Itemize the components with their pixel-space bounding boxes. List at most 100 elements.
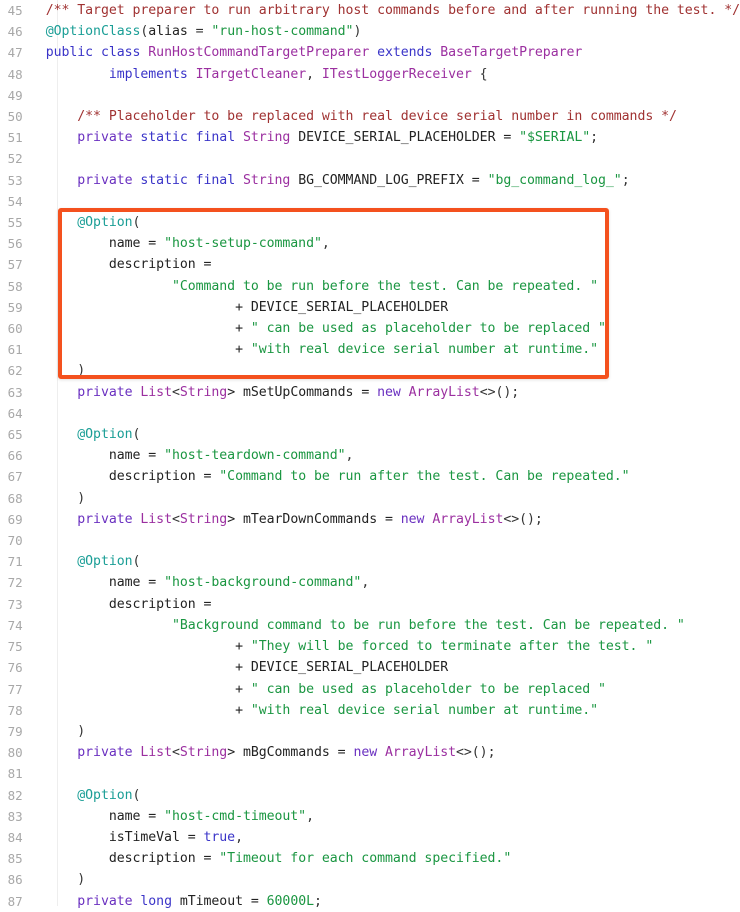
code-line[interactable]: 46 @OptionClass(alias = "run-host-command… (0, 21, 740, 42)
code-line[interactable]: 56 name = "host-setup-command", (0, 233, 740, 254)
code-line-content[interactable]: ) (34, 360, 740, 381)
code-line[interactable]: 74 "Background command to be run before … (0, 615, 740, 636)
code-line[interactable]: 82 @Option( (0, 785, 740, 806)
code-line-content[interactable]: + DEVICE_SERIAL_PLACEHOLDER (34, 297, 740, 318)
code-line-content[interactable] (34, 148, 740, 169)
code-line[interactable]: 79 ) (0, 721, 740, 742)
code-line-content[interactable] (34, 403, 740, 424)
code-token: extends (377, 45, 433, 61)
code-line-content[interactable]: isTimeVal = true, (34, 827, 740, 848)
code-line-content[interactable]: description = "Command to be run after t… (34, 466, 740, 487)
code-token: ; (314, 893, 322, 909)
code-line-content[interactable]: name = "host-background-command", (34, 572, 740, 593)
code-line-content[interactable]: private static final String DEVICE_SERIA… (34, 127, 740, 148)
code-line[interactable]: 75 + "They will be forced to terminate a… (0, 636, 740, 657)
code-line-content[interactable] (34, 530, 740, 551)
code-token: , (306, 808, 314, 824)
code-line-content[interactable]: + "with real device serial number at run… (34, 339, 740, 360)
code-line-content[interactable]: private List<String> mTearDownCommands =… (34, 509, 740, 530)
code-line[interactable]: 72 name = "host-background-command", (0, 572, 740, 593)
code-token: "host-setup-command" (164, 236, 322, 252)
code-line[interactable]: 53 private static final String BG_COMMAN… (0, 170, 740, 191)
code-line-content[interactable]: private List<String> mSetUpCommands = ne… (34, 382, 740, 403)
code-line-content[interactable]: @Option( (34, 212, 740, 233)
code-line[interactable]: 83 name = "host-cmd-timeout", (0, 806, 740, 827)
code-line-content[interactable]: + DEVICE_SERIAL_PLACEHOLDER (34, 657, 740, 678)
code-line[interactable]: 67 description = "Command to be run afte… (0, 466, 740, 487)
code-line[interactable]: 45 /** Target preparer to run arbitrary h… (0, 0, 740, 21)
code-line-content[interactable]: @OptionClass(alias = "run-host-command") (34, 21, 740, 42)
code-line[interactable]: 62 ) (0, 360, 740, 381)
code-token: @OptionClass (45, 24, 141, 40)
line-number: 82 (7, 787, 23, 803)
code-line-content[interactable]: ) (34, 721, 740, 742)
code-line[interactable]: 59 + DEVICE_SERIAL_PLACEHOLDER (0, 297, 740, 318)
code-line-content[interactable]: @Option( (34, 785, 740, 806)
code-line-content[interactable]: ) (34, 488, 740, 509)
code-line-content[interactable]: + "They will be forced to terminate afte… (34, 636, 740, 657)
code-line-content[interactable]: description = "Timeout for each command … (34, 848, 740, 869)
code-line-content[interactable]: + "with real device serial number at run… (34, 700, 740, 721)
code-line-content[interactable]: ) (34, 869, 740, 890)
code-line-content[interactable]: /** Target preparer to run arbitrary hos… (34, 0, 740, 21)
code-line-content[interactable]: description = (34, 254, 740, 275)
code-line[interactable]: 61 + "with real device serial number at … (0, 339, 740, 360)
code-line-content[interactable]: name = "host-cmd-timeout", (34, 806, 740, 827)
code-line[interactable]: 66 name = "host-teardown-command", (0, 445, 740, 466)
code-line-content[interactable]: description = (34, 594, 740, 615)
code-line[interactable]: 68 ) (0, 488, 740, 509)
code-token: ( (132, 427, 141, 443)
code-line[interactable]: 54 (0, 191, 740, 212)
code-line[interactable]: 86 ) (0, 869, 740, 890)
code-line[interactable]: 80 private List<String> mBgCommands = ne… (0, 742, 740, 763)
code-line[interactable]: 78 + "with real device serial number at … (0, 700, 740, 721)
line-number: 57 (7, 257, 23, 273)
code-token: isTimeVal = (45, 829, 204, 845)
code-line[interactable]: 65 @Option( (0, 424, 740, 445)
code-line[interactable]: 49 (0, 85, 740, 106)
code-line-content[interactable]: "Background command to be run before the… (34, 615, 740, 636)
code-line[interactable]: 57 description = (0, 254, 740, 275)
code-line-content[interactable]: + " can be used as placeholder to be rep… (34, 679, 740, 700)
code-line-content[interactable]: public class RunHostCommandTargetPrepare… (34, 42, 740, 63)
code-line-content[interactable]: private long mTimeout = 60000L; (34, 891, 740, 912)
code-line-content[interactable]: private List<String> mBgCommands = new A… (34, 742, 740, 763)
code-line[interactable]: 77 + " can be used as placeholder to be … (0, 679, 740, 700)
code-line[interactable]: 47 public class RunHostCommandTargetPrepa… (0, 42, 740, 63)
code-line[interactable]: 52 (0, 148, 740, 169)
code-line[interactable]: 85 description = "Timeout for each comma… (0, 848, 740, 869)
code-line[interactable]: 64 (0, 403, 740, 424)
code-token: "bg_command_log_" (487, 172, 622, 188)
code-token: "Timeout for each command specified." (219, 851, 512, 867)
code-line-content[interactable]: @Option( (34, 424, 740, 445)
code-line[interactable]: 84 isTimeVal = true, (0, 827, 740, 848)
code-line[interactable]: 87 private long mTimeout = 60000L; (0, 891, 740, 912)
code-line[interactable]: 55 @Option( (0, 212, 740, 233)
code-line-content[interactable]: name = "host-teardown-command", (34, 445, 740, 466)
code-line[interactable]: 70 (0, 530, 740, 551)
code-line-content[interactable] (34, 763, 740, 784)
code-line[interactable]: 58 "Command to be run before the test. C… (0, 276, 740, 297)
code-line[interactable]: 60 + " can be used as placeholder to be … (0, 318, 740, 339)
code-line[interactable]: 51 private static final String DEVICE_SE… (0, 127, 740, 148)
code-line-content[interactable] (34, 85, 740, 106)
code-line-content[interactable]: "Command to be run before the test. Can … (34, 276, 740, 297)
code-line[interactable]: 73 description = (0, 594, 740, 615)
code-line[interactable]: 63 private List<String> mSetUpCommands =… (0, 382, 740, 403)
code-line[interactable]: 81 (0, 763, 740, 784)
code-line[interactable]: 76 + DEVICE_SERIAL_PLACEHOLDER (0, 657, 740, 678)
code-line[interactable]: 69 private List<String> mTearDownCommand… (0, 509, 740, 530)
code-line[interactable]: 50 /** Placeholder to be replaced with r… (0, 106, 740, 127)
code-line-content[interactable]: @Option( (34, 551, 740, 572)
line-number: 59 (7, 299, 23, 315)
code-line-content[interactable]: + " can be used as placeholder to be rep… (34, 318, 740, 339)
code-line-content[interactable]: /** Placeholder to be replaced with real… (34, 106, 740, 127)
code-line-content[interactable] (34, 191, 740, 212)
code-line[interactable]: 71 @Option( (0, 551, 740, 572)
code-line[interactable]: 48 implements ITargetCleaner, ITestLogge… (0, 64, 740, 85)
code-line-content[interactable]: private static final String BG_COMMAND_L… (34, 170, 740, 191)
code-line-content[interactable]: name = "host-setup-command", (34, 233, 740, 254)
code-line-content[interactable]: implements ITargetCleaner, ITestLoggerRe… (34, 64, 740, 85)
